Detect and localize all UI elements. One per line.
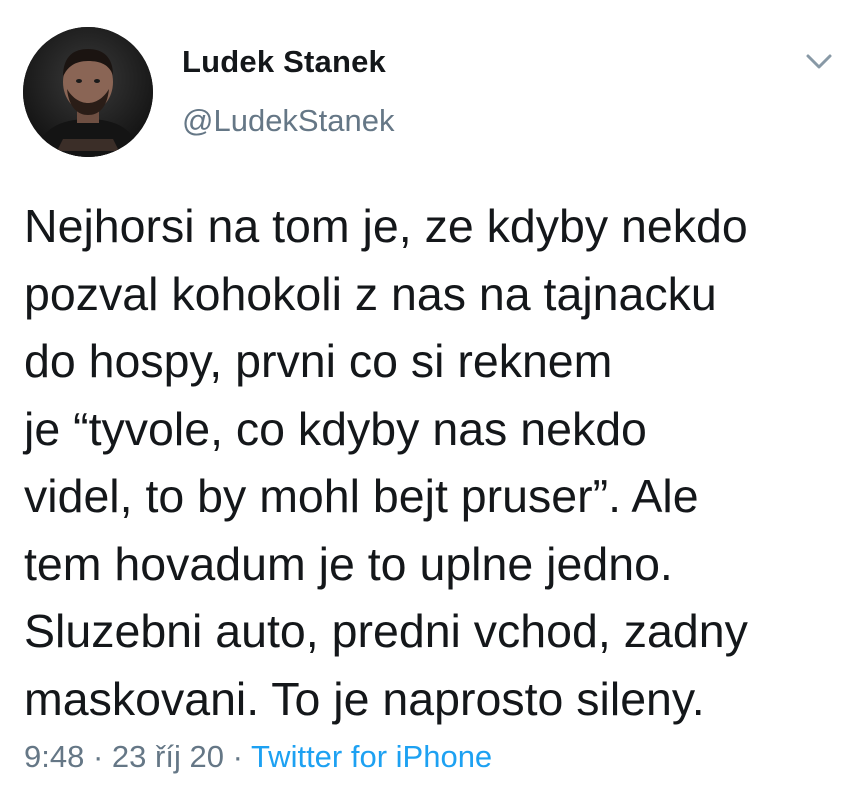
avatar-portrait-icon [23,27,153,157]
tweet-date[interactable]: 23 říj 20 [112,739,224,774]
tweet-text-line: videl, to by mohl bejt pruser”. Ale [24,470,699,522]
tweet-text-line: je “tyvole, co kdyby nas nekdo [24,402,647,455]
meta-separator: · [92,739,104,774]
tweet-source-link[interactable]: Twitter for iPhone [251,739,492,774]
tweet-text-line: pozval kohokoli z nas na tajnacku [24,267,717,320]
tweet-menu-button[interactable] [801,48,837,76]
meta-separator: · [232,739,243,774]
tweet-text-line: Sluzebni auto, predni vchod, zadny [24,605,748,657]
author-display-name[interactable]: Ludek Stanek [182,44,386,80]
avatar[interactable] [23,27,153,157]
tweet-time[interactable]: 9:48 [24,739,84,774]
tweet-meta: 9:48 · 23 říj 20 · Twitter for iPhone [24,739,492,775]
chevron-down-icon [806,54,832,69]
tweet-text-line: tem hovadum je to uplne jedno. [24,537,673,590]
author-handle[interactable]: @LudekStanek [182,103,394,139]
tweet-text-line: Nejhorsi na tom je, ze kdyby nekdo [24,200,748,252]
tweet-text: Nejhorsi na tom je, ze kdyby nekdo pozva… [24,193,854,733]
tweet-text-line: do hospy, prvni co si reknem [24,335,613,387]
tweet-text-line: maskovani. To je naprosto sileny. [24,672,705,725]
tweet-card: Ludek Stanek @LudekStanek Nejhorsi na to… [0,0,860,807]
